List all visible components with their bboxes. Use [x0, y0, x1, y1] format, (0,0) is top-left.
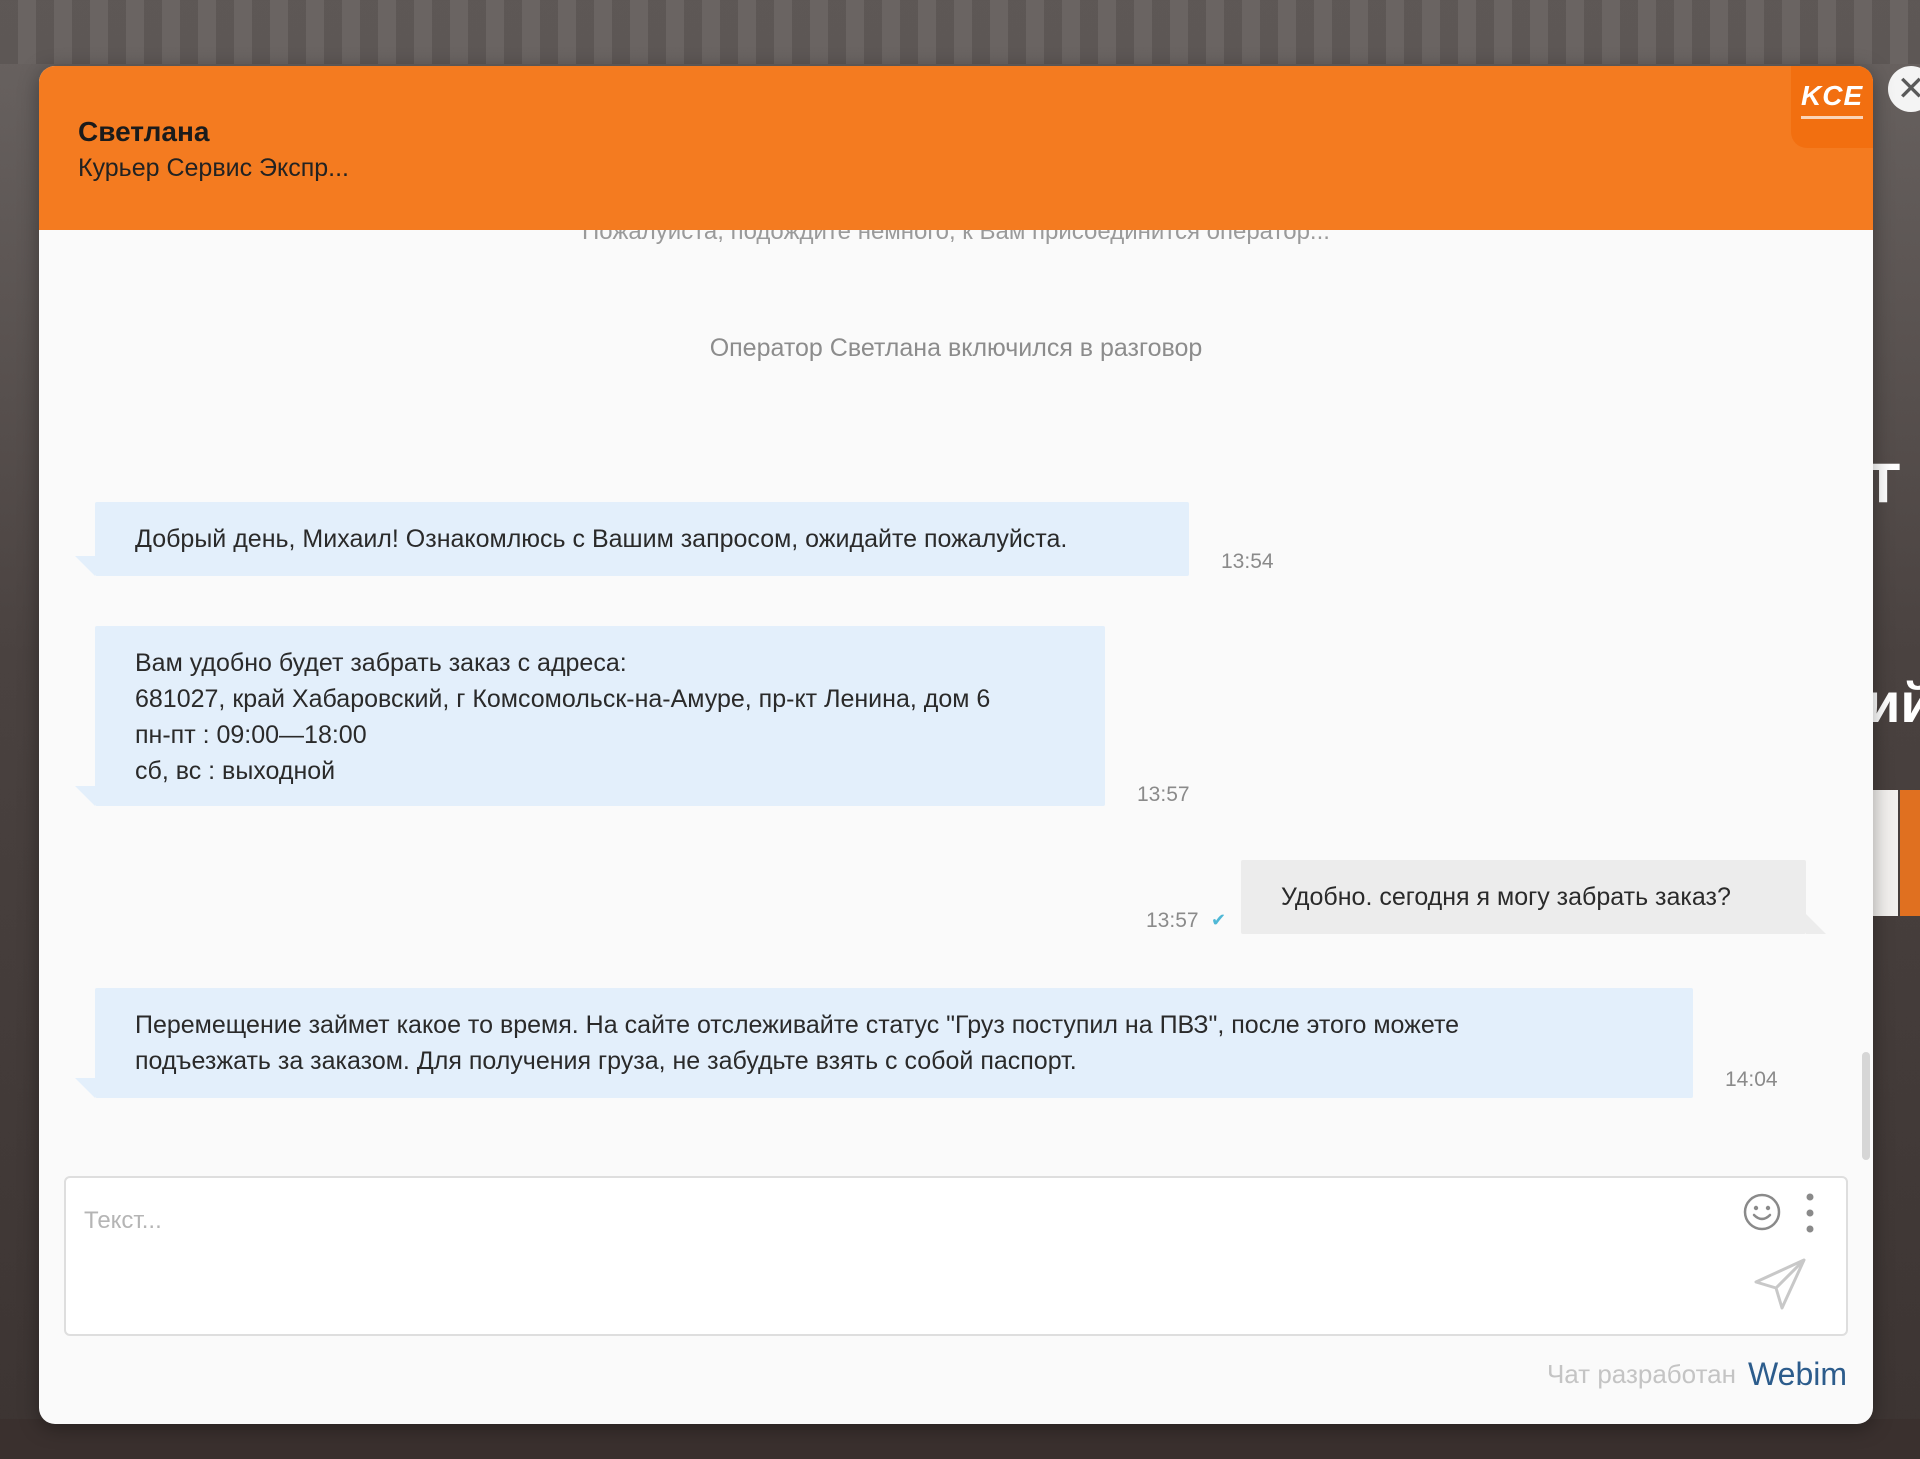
message-text: Добрый день, Михаил! Ознакомлюсь с Вашим…: [135, 525, 1068, 553]
company-name: Курьер Сервис Экспр...: [78, 154, 349, 182]
message-bubble-outgoing: Удобно. сегодня я могу забрать заказ?: [1241, 860, 1826, 934]
backdrop-accent: [1900, 790, 1920, 916]
message-bubble-incoming: Перемещение займет какое то время. На са…: [75, 988, 1693, 1098]
logo-tagline-bar: [1801, 116, 1863, 119]
smiley-icon[interactable]: [1742, 1192, 1782, 1232]
message-list[interactable]: Пожалуйста, подождите немного, к Вам при…: [39, 230, 1873, 1220]
backdrop-text-fragment: ий: [1866, 671, 1920, 734]
system-message-waiting: Пожалуйста, подождите немного, к Вам при…: [582, 230, 1330, 244]
logo-text: KCE: [1801, 80, 1864, 111]
system-message-joined: Оператор Светлана включился в разговор: [709, 334, 1203, 362]
paper-plane-icon[interactable]: [1752, 1256, 1808, 1312]
webim-logo[interactable]: Webim: [1748, 1356, 1847, 1392]
message-composer: [64, 1176, 1848, 1336]
message-text: Перемещение займет какое то время. На са…: [135, 1011, 1460, 1039]
message-list-scrollbar[interactable]: [1862, 1052, 1870, 1160]
message-time: 13:54: [1221, 550, 1274, 573]
message-bubble-incoming: Вам удобно будет забрать заказ с адреса:…: [75, 626, 1105, 806]
message-text: пн-пт : 09:00—18:00: [135, 721, 367, 749]
footer-credit: Чат разработан: [1546, 1359, 1737, 1389]
message-text: Удобно. сегодня я могу забрать заказ?: [1281, 883, 1731, 911]
message-text: 681027, край Хабаровский, г Комсомольск-…: [135, 685, 991, 713]
close-icon: ✕: [1896, 69, 1920, 109]
message-text: сб, вс : выходной: [135, 757, 336, 785]
operator-name: Светлана: [78, 116, 210, 147]
message-time: 13:57: [1137, 783, 1190, 806]
chat-header: Светлана Курьер Сервис Экспр... KCE: [39, 66, 1873, 230]
backdrop-panel: [1872, 790, 1898, 916]
message-time: 14:04: [1725, 1068, 1778, 1091]
backdrop-top-strip: [0, 0, 1920, 64]
vertical-dots-icon[interactable]: [1802, 1190, 1818, 1236]
message-text: Вам удобно будет забрать заказ с адреса:: [135, 649, 627, 677]
chat-widget: Светлана Курьер Сервис Экспр... KCE Пожа…: [39, 66, 1873, 1424]
backdrop-bottom-strip: [0, 1419, 1920, 1459]
message-time: 13:57: [1146, 909, 1199, 932]
chat-footer: Чат разработан Webim: [39, 1356, 1847, 1393]
message-input[interactable]: [82, 1200, 1686, 1242]
read-check-icon: ✔: [1211, 910, 1227, 931]
message-text: подъезжать за заказом. Для получения гру…: [135, 1047, 1077, 1075]
message-bubble-incoming: Добрый день, Михаил! Ознакомлюсь с Вашим…: [75, 502, 1189, 576]
company-logo: KCE: [1791, 66, 1873, 148]
